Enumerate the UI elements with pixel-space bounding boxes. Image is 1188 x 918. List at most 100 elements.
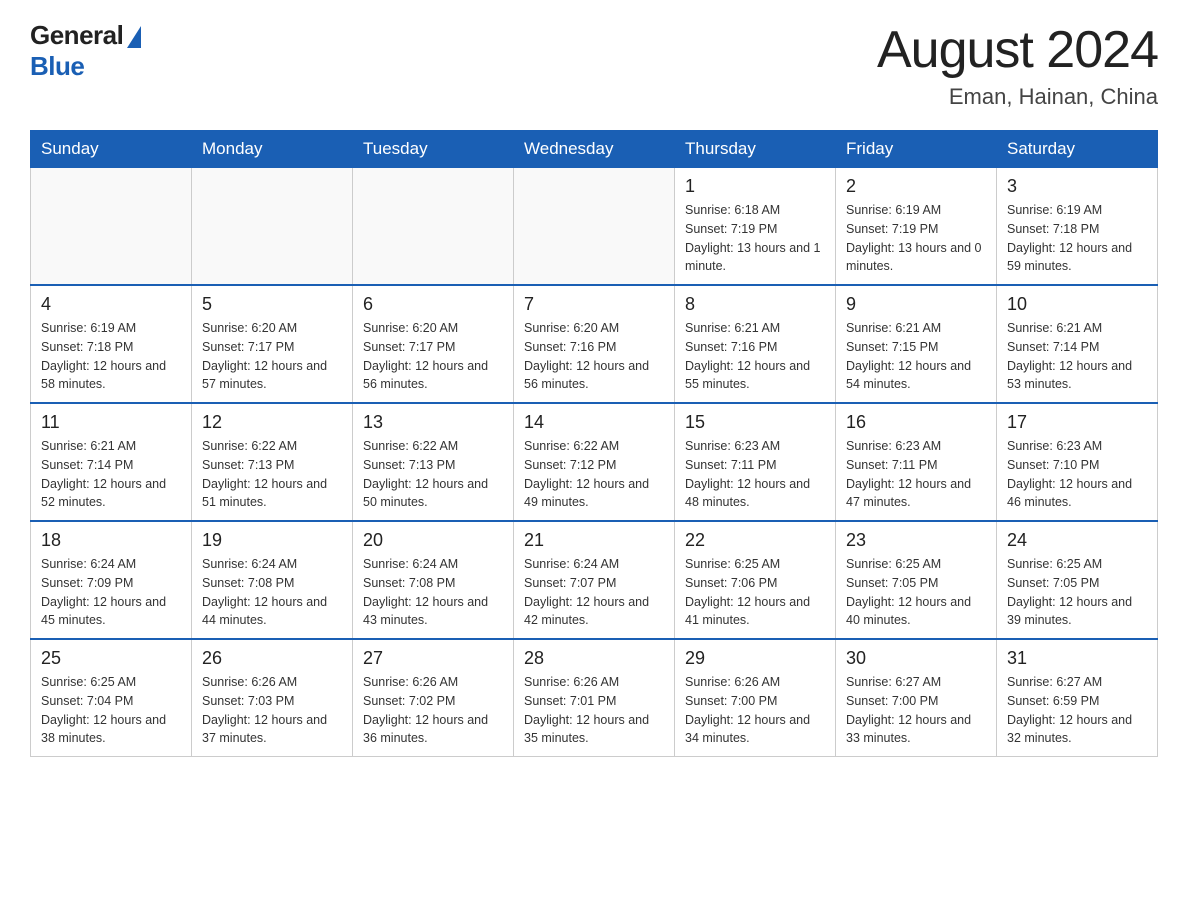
day-info: Sunrise: 6:21 AMSunset: 7:14 PMDaylight:… (41, 437, 181, 512)
day-number: 22 (685, 530, 825, 551)
day-number: 2 (846, 176, 986, 197)
title-section: August 2024 Eman, Hainan, China (877, 20, 1158, 110)
logo: General Blue (30, 20, 141, 82)
day-number: 13 (363, 412, 503, 433)
col-thursday: Thursday (675, 131, 836, 168)
day-number: 20 (363, 530, 503, 551)
day-number: 15 (685, 412, 825, 433)
calendar-cell-w2-d4: 8 Sunrise: 6:21 AMSunset: 7:16 PMDaylight… (675, 285, 836, 403)
calendar-week-5: 25Sunrise: 6:25 AMSunset: 7:04 PMDayligh… (31, 639, 1158, 757)
day-number: 23 (846, 530, 986, 551)
day-info: Sunrise: 6:20 AMSunset: 7:16 PMDaylight:… (524, 319, 664, 394)
calendar-cell-w5-d3: 28Sunrise: 6:26 AMSunset: 7:01 PMDayligh… (514, 639, 675, 757)
col-wednesday: Wednesday (514, 131, 675, 168)
calendar-cell-w4-d4: 22 Sunrise: 6:25 AMSunset: 7:06 PMDayligh… (675, 521, 836, 639)
day-info: Sunrise: 6:23 AMSunset: 7:10 PMDaylight:… (1007, 437, 1147, 512)
day-number: 5 (202, 294, 342, 315)
day-number: 12 (202, 412, 342, 433)
day-number: 1 (685, 176, 825, 197)
day-info: Sunrise: 6:20 AMSunset: 7:17 PMDaylight:… (202, 319, 342, 394)
day-info: Sunrise: 6:22 AMSunset: 7:13 PMDaylight:… (363, 437, 503, 512)
calendar-cell-w5-d0: 25Sunrise: 6:25 AMSunset: 7:04 PMDayligh… (31, 639, 192, 757)
day-info: Sunrise: 6:25 AMSunset: 7:05 PMDaylight:… (846, 555, 986, 630)
day-info: Sunrise: 6:23 AMSunset: 7:11 PMDaylight:… (846, 437, 986, 512)
day-info: Sunrise: 6:23 AMSunset: 7:11 PMDaylight:… (685, 437, 825, 512)
calendar-cell-w2-d3: 7 Sunrise: 6:20 AMSunset: 7:16 PMDaylight… (514, 285, 675, 403)
calendar-cell-w3-d4: 15 Sunrise: 6:23 AMSunset: 7:11 PMDayligh… (675, 403, 836, 521)
calendar-cell-w1-d4: 1 Sunrise: 6:18 AMSunset: 7:19 PMDaylight… (675, 168, 836, 286)
day-info: Sunrise: 6:21 AMSunset: 7:16 PMDaylight:… (685, 319, 825, 394)
day-number: 10 (1007, 294, 1147, 315)
month-title: August 2024 (877, 20, 1158, 80)
calendar-cell-w1-d5: 2 Sunrise: 6:19 AMSunset: 7:19 PMDaylight… (836, 168, 997, 286)
calendar-cell-w1-d6: 3Sunrise: 6:19 AMSunset: 7:18 PMDaylight… (997, 168, 1158, 286)
day-number: 17 (1007, 412, 1147, 433)
calendar-cell-w4-d2: 20 Sunrise: 6:24 AMSunset: 7:08 PMDayligh… (353, 521, 514, 639)
logo-blue-text: Blue (30, 51, 84, 82)
day-number: 9 (846, 294, 986, 315)
logo-general-text: General (30, 20, 123, 51)
day-number: 31 (1007, 648, 1147, 669)
calendar-cell-w5-d2: 27 Sunrise: 6:26 AMSunset: 7:02 PMDayligh… (353, 639, 514, 757)
day-info: Sunrise: 6:26 AMSunset: 7:00 PMDaylight:… (685, 673, 825, 748)
calendar-cell-w4-d0: 18 Sunrise: 6:24 AMSunset: 7:09 PMDayligh… (31, 521, 192, 639)
day-info: Sunrise: 6:24 AMSunset: 7:09 PMDaylight:… (41, 555, 181, 630)
day-info: Sunrise: 6:19 AMSunset: 7:19 PMDaylight:… (846, 201, 986, 276)
day-number: 21 (524, 530, 664, 551)
day-info: Sunrise: 6:22 AMSunset: 7:12 PMDaylight:… (524, 437, 664, 512)
calendar-week-1: 1 Sunrise: 6:18 AMSunset: 7:19 PMDaylight… (31, 168, 1158, 286)
day-info: Sunrise: 6:27 AMSunset: 7:00 PMDaylight:… (846, 673, 986, 748)
day-number: 29 (685, 648, 825, 669)
day-info: Sunrise: 6:27 AMSunset: 6:59 PMDaylight:… (1007, 673, 1147, 748)
location-title: Eman, Hainan, China (877, 84, 1158, 110)
day-number: 16 (846, 412, 986, 433)
calendar-cell-w2-d6: 10 Sunrise: 6:21 AMSunset: 7:14 PMDayligh… (997, 285, 1158, 403)
calendar-cell-w1-d1 (192, 168, 353, 286)
calendar-cell-w5-d6: 31 Sunrise: 6:27 AMSunset: 6:59 PMDayligh… (997, 639, 1158, 757)
calendar-cell-w3-d1: 12 Sunrise: 6:22 AMSunset: 7:13 PMDayligh… (192, 403, 353, 521)
day-info: Sunrise: 6:26 AMSunset: 7:03 PMDaylight:… (202, 673, 342, 748)
calendar-cell-w3-d0: 11 Sunrise: 6:21 AMSunset: 7:14 PMDayligh… (31, 403, 192, 521)
calendar-cell-w1-d3 (514, 168, 675, 286)
calendar-cell-w1-d2 (353, 168, 514, 286)
calendar-cell-w2-d2: 6 Sunrise: 6:20 AMSunset: 7:17 PMDaylight… (353, 285, 514, 403)
day-info: Sunrise: 6:18 AMSunset: 7:19 PMDaylight:… (685, 201, 825, 276)
calendar-cell-w4-d3: 21 Sunrise: 6:24 AMSunset: 7:07 PMDayligh… (514, 521, 675, 639)
day-number: 7 (524, 294, 664, 315)
calendar-table: Sunday Monday Tuesday Wednesday Thursday… (30, 130, 1158, 757)
day-info: Sunrise: 6:21 AMSunset: 7:14 PMDaylight:… (1007, 319, 1147, 394)
day-info: Sunrise: 6:20 AMSunset: 7:17 PMDaylight:… (363, 319, 503, 394)
day-info: Sunrise: 6:24 AMSunset: 7:08 PMDaylight:… (202, 555, 342, 630)
day-info: Sunrise: 6:24 AMSunset: 7:08 PMDaylight:… (363, 555, 503, 630)
day-info: Sunrise: 6:21 AMSunset: 7:15 PMDaylight:… (846, 319, 986, 394)
day-number: 8 (685, 294, 825, 315)
calendar-cell-w5-d1: 26 Sunrise: 6:26 AMSunset: 7:03 PMDayligh… (192, 639, 353, 757)
day-number: 27 (363, 648, 503, 669)
col-tuesday: Tuesday (353, 131, 514, 168)
calendar-cell-w3-d3: 14 Sunrise: 6:22 AMSunset: 7:12 PMDayligh… (514, 403, 675, 521)
day-info: Sunrise: 6:25 AMSunset: 7:06 PMDaylight:… (685, 555, 825, 630)
calendar-cell-w3-d2: 13 Sunrise: 6:22 AMSunset: 7:13 PMDayligh… (353, 403, 514, 521)
day-number: 6 (363, 294, 503, 315)
day-info: Sunrise: 6:26 AMSunset: 7:02 PMDaylight:… (363, 673, 503, 748)
day-number: 25 (41, 648, 181, 669)
day-number: 18 (41, 530, 181, 551)
calendar-week-4: 18 Sunrise: 6:24 AMSunset: 7:09 PMDayligh… (31, 521, 1158, 639)
calendar-cell-w1-d0 (31, 168, 192, 286)
day-info: Sunrise: 6:24 AMSunset: 7:07 PMDaylight:… (524, 555, 664, 630)
calendar-week-3: 11 Sunrise: 6:21 AMSunset: 7:14 PMDayligh… (31, 403, 1158, 521)
col-saturday: Saturday (997, 131, 1158, 168)
day-number: 11 (41, 412, 181, 433)
calendar-cell-w2-d5: 9 Sunrise: 6:21 AMSunset: 7:15 PMDaylight… (836, 285, 997, 403)
day-number: 26 (202, 648, 342, 669)
day-info: Sunrise: 6:19 AMSunset: 7:18 PMDaylight:… (1007, 201, 1147, 276)
day-number: 14 (524, 412, 664, 433)
day-number: 30 (846, 648, 986, 669)
logo-triangle-icon (127, 26, 141, 48)
day-number: 28 (524, 648, 664, 669)
calendar-cell-w4-d1: 19Sunrise: 6:24 AMSunset: 7:08 PMDayligh… (192, 521, 353, 639)
day-info: Sunrise: 6:22 AMSunset: 7:13 PMDaylight:… (202, 437, 342, 512)
calendar-cell-w3-d5: 16 Sunrise: 6:23 AMSunset: 7:11 PMDayligh… (836, 403, 997, 521)
calendar-cell-w2-d0: 4Sunrise: 6:19 AMSunset: 7:18 PMDaylight… (31, 285, 192, 403)
col-friday: Friday (836, 131, 997, 168)
